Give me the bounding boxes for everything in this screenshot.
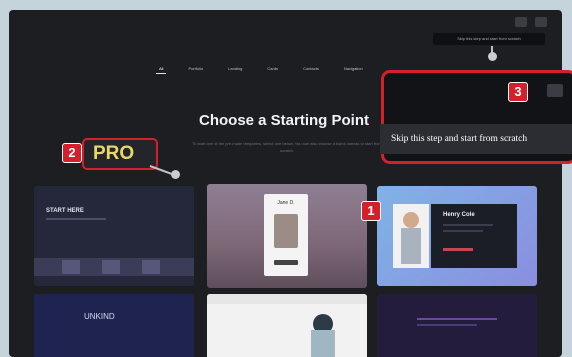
social-icons: [274, 260, 298, 265]
profile-photo: [274, 214, 298, 248]
card-title: UNKIND: [84, 312, 115, 321]
figure: [401, 228, 421, 264]
card-header: [207, 294, 367, 304]
text-line: [443, 224, 493, 226]
avatar: [403, 212, 419, 228]
template-card-henry[interactable]: Henry Cole: [377, 186, 537, 286]
skip-tooltip: Skip this step and start from scratch: [433, 33, 545, 45]
card-thumb: [62, 260, 80, 274]
profile-card: Jane D.: [264, 194, 308, 276]
page-subtitle: To start one of the pre-made templates, …: [192, 141, 382, 153]
card-thumb: [102, 260, 120, 274]
badge-three: 3: [508, 82, 528, 102]
badge-one: 1: [361, 201, 381, 221]
page-title: Choose a Starting Point: [199, 112, 370, 129]
card-title: START HERE: [46, 208, 84, 214]
card-thumb: [142, 260, 160, 274]
tab-cards[interactable]: Cards: [267, 66, 278, 71]
tab-contacts[interactable]: Contacts: [303, 66, 319, 71]
window-icon[interactable]: [515, 17, 527, 27]
henry-photo: [393, 204, 429, 268]
app-window: All Portfolio Landing Cards Contacts Nav…: [9, 10, 562, 357]
screenshot-frame: All Portfolio Landing Cards Contacts Nav…: [0, 0, 572, 357]
tab-portfolio[interactable]: Portfolio: [188, 66, 203, 71]
template-card-start-here[interactable]: START HERE: [34, 186, 194, 286]
text-line: [417, 318, 497, 320]
close-icon[interactable]: [535, 17, 547, 27]
skip-button[interactable]: Skip this step and start from scratch: [380, 124, 572, 154]
pro-label: PRO: [93, 143, 135, 164]
accent-bar: [443, 248, 473, 251]
henry-name: Henry Cole: [443, 212, 475, 218]
callout-dot: [488, 52, 497, 61]
template-card-fashion[interactable]: [207, 294, 367, 357]
pro-dot: [171, 170, 180, 179]
tab-landing[interactable]: Landing: [228, 66, 242, 71]
tab-all[interactable]: All: [155, 66, 168, 74]
window-icon-zoomed: [547, 84, 563, 97]
figure-body: [311, 330, 335, 357]
template-tabs: All Portfolio Landing Cards Contacts Nav…: [155, 66, 363, 74]
template-card-profile[interactable]: Jane D.: [207, 184, 367, 288]
text-line: [443, 230, 483, 232]
profile-name: Jane D.: [277, 200, 295, 206]
tab-navigation[interactable]: Navigation: [344, 66, 363, 71]
henry-info-panel: Henry Cole: [431, 204, 517, 268]
card-text-line: [46, 218, 106, 220]
text-line: [417, 324, 477, 326]
badge-two: 2: [62, 143, 82, 163]
template-card-dark[interactable]: [377, 294, 537, 357]
template-card-unkind[interactable]: UNKIND: [34, 294, 194, 357]
